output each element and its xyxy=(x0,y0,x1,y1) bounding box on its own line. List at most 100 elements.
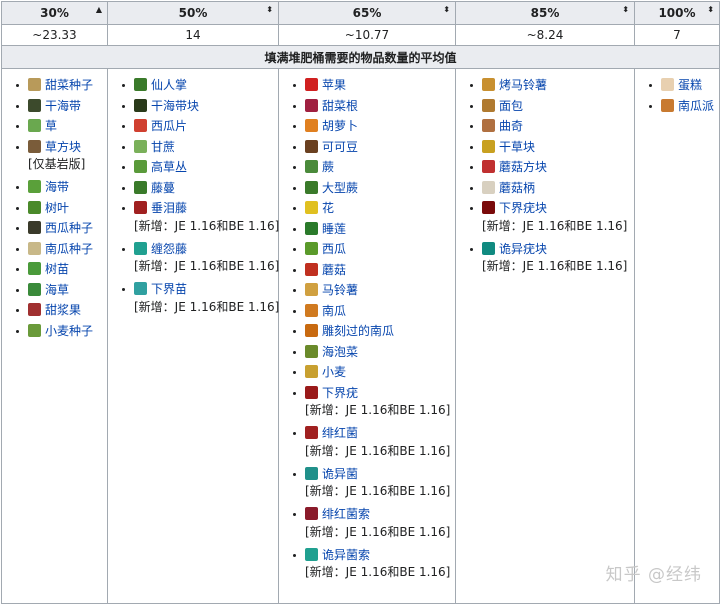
item-link[interactable]: 甜菜根 xyxy=(322,99,358,113)
dried-kelp-block-icon[interactable] xyxy=(134,98,147,112)
item-link[interactable]: 甘蔗 xyxy=(151,140,175,154)
nether-wart-block-icon[interactable] xyxy=(482,201,495,214)
wheat-seeds-icon[interactable] xyxy=(28,323,41,337)
warped-fungus-icon[interactable] xyxy=(305,466,318,480)
item-link[interactable]: 蘑菇 xyxy=(322,263,346,277)
mushroom-block-icon[interactable] xyxy=(482,160,495,173)
nether-sprouts-icon[interactable] xyxy=(134,282,147,295)
item-link[interactable]: 下界疣块 xyxy=(499,201,547,215)
mushroom-stem-icon[interactable] xyxy=(482,180,495,194)
item-link[interactable]: 西瓜 xyxy=(322,242,346,256)
item-link[interactable]: 胡萝卜 xyxy=(322,119,358,133)
item-link[interactable]: 小麦 xyxy=(322,365,346,379)
fern-icon[interactable] xyxy=(305,160,318,173)
item-link[interactable]: 仙人掌 xyxy=(151,78,187,92)
sort-arrow-icon[interactable]: ⬍ xyxy=(622,6,629,14)
kelp-icon[interactable] xyxy=(28,180,41,193)
leaves-icon[interactable] xyxy=(28,200,41,214)
vines-icon[interactable] xyxy=(134,180,147,194)
column-header-4[interactable]: 100% ⬍ xyxy=(634,1,720,25)
item-link[interactable]: 树叶 xyxy=(45,201,69,215)
carrot-icon[interactable] xyxy=(305,119,318,132)
item-link[interactable]: 诡异疣块 xyxy=(499,242,547,256)
pumpkin-icon[interactable] xyxy=(305,303,318,317)
item-link[interactable]: 西瓜片 xyxy=(151,119,187,133)
sort-arrow-icon[interactable]: ▲ xyxy=(96,6,102,14)
beetroot-icon[interactable] xyxy=(305,98,318,112)
item-link[interactable]: 蕨 xyxy=(322,160,334,174)
item-link[interactable]: 蛋糕 xyxy=(678,78,702,92)
item-link[interactable]: 草方块 xyxy=(45,140,81,154)
item-link[interactable]: 高草丛 xyxy=(151,160,187,174)
sort-arrow-icon[interactable]: ⬍ xyxy=(266,6,273,14)
cocoa-beans-icon[interactable] xyxy=(305,139,318,153)
item-link[interactable]: 下界疣 xyxy=(322,386,358,400)
grass-icon[interactable] xyxy=(28,119,41,132)
item-link[interactable]: 花 xyxy=(322,201,334,215)
item-link[interactable]: 干海带块 xyxy=(151,99,199,113)
item-link[interactable]: 绯红菌 xyxy=(322,426,358,440)
item-link[interactable]: 下界苗 xyxy=(151,282,187,296)
item-link[interactable]: 海泡菜 xyxy=(322,345,358,359)
item-link[interactable]: 大型蕨 xyxy=(322,181,358,195)
beetroot-seeds-icon[interactable] xyxy=(28,78,41,91)
item-link[interactable]: 海带 xyxy=(45,180,69,194)
item-link[interactable]: 小麦种子 xyxy=(45,324,93,338)
cookie-icon[interactable] xyxy=(482,119,495,132)
item-link[interactable]: 南瓜种子 xyxy=(45,242,93,256)
melon-seeds-icon[interactable] xyxy=(28,221,41,234)
sapling-icon[interactable] xyxy=(28,262,41,275)
twisting-vines-icon[interactable] xyxy=(134,241,147,255)
item-link[interactable]: 甜菜种子 xyxy=(45,78,93,92)
carved-pumpkin-icon[interactable] xyxy=(305,324,318,337)
item-link[interactable]: 藤蔓 xyxy=(151,181,175,195)
nether-wart-icon[interactable] xyxy=(305,385,318,399)
item-link[interactable]: 诡异菌 xyxy=(322,467,358,481)
item-link[interactable]: 蘑菇方块 xyxy=(499,160,547,174)
item-link[interactable]: 南瓜派 xyxy=(678,99,714,113)
warped-roots-icon[interactable] xyxy=(305,547,318,561)
cactus-icon[interactable] xyxy=(134,78,147,91)
item-link[interactable]: 甜浆果 xyxy=(45,303,81,317)
baked-potato-icon[interactable] xyxy=(482,78,495,91)
crimson-fungus-icon[interactable] xyxy=(305,426,318,439)
seagrass-icon[interactable] xyxy=(28,282,41,296)
item-link[interactable]: 苹果 xyxy=(322,78,346,92)
sugar-cane-icon[interactable] xyxy=(134,139,147,153)
sweet-berries-icon[interactable] xyxy=(28,303,41,316)
item-link[interactable]: 睡莲 xyxy=(322,222,346,236)
grass-block-icon[interactable] xyxy=(28,139,41,153)
bread-icon[interactable] xyxy=(482,98,495,112)
potato-icon[interactable] xyxy=(305,283,318,296)
lily-pad-icon[interactable] xyxy=(305,221,318,235)
crimson-roots-icon[interactable] xyxy=(305,507,318,520)
item-link[interactable]: 烤马铃薯 xyxy=(499,78,547,92)
item-link[interactable]: 缠怨藤 xyxy=(151,242,187,256)
weeping-vines-icon[interactable] xyxy=(134,201,147,214)
hay-bale-icon[interactable] xyxy=(482,139,495,153)
apple-icon[interactable] xyxy=(305,78,318,91)
item-link[interactable]: 蘑菇柄 xyxy=(499,181,535,195)
item-link[interactable]: 树苗 xyxy=(45,262,69,276)
tall-grass-icon[interactable] xyxy=(134,160,147,173)
item-link[interactable]: 干草块 xyxy=(499,140,535,154)
sort-arrow-icon[interactable]: ⬍ xyxy=(707,6,714,14)
column-header-0[interactable]: 30% ▲ xyxy=(1,1,108,25)
column-header-3[interactable]: 85% ⬍ xyxy=(455,1,635,25)
flower-icon[interactable] xyxy=(305,201,318,214)
wheat-icon[interactable] xyxy=(305,365,318,378)
column-header-1[interactable]: 50% ⬍ xyxy=(107,1,279,25)
item-link[interactable]: 诡异菌索 xyxy=(322,548,370,562)
item-link[interactable]: 可可豆 xyxy=(322,140,358,154)
cake-icon[interactable] xyxy=(661,78,674,91)
mushroom-icon[interactable] xyxy=(305,262,318,276)
item-link[interactable]: 海草 xyxy=(45,283,69,297)
item-link[interactable]: 草 xyxy=(45,119,57,133)
pumpkin-pie-icon[interactable] xyxy=(661,98,674,112)
column-header-2[interactable]: 65% ⬍ xyxy=(278,1,456,25)
item-link[interactable]: 南瓜 xyxy=(322,304,346,318)
item-link[interactable]: 雕刻过的南瓜 xyxy=(322,324,394,338)
item-link[interactable]: 面包 xyxy=(499,99,523,113)
sea-pickle-icon[interactable] xyxy=(305,344,318,358)
item-link[interactable]: 绯红菌索 xyxy=(322,507,370,521)
